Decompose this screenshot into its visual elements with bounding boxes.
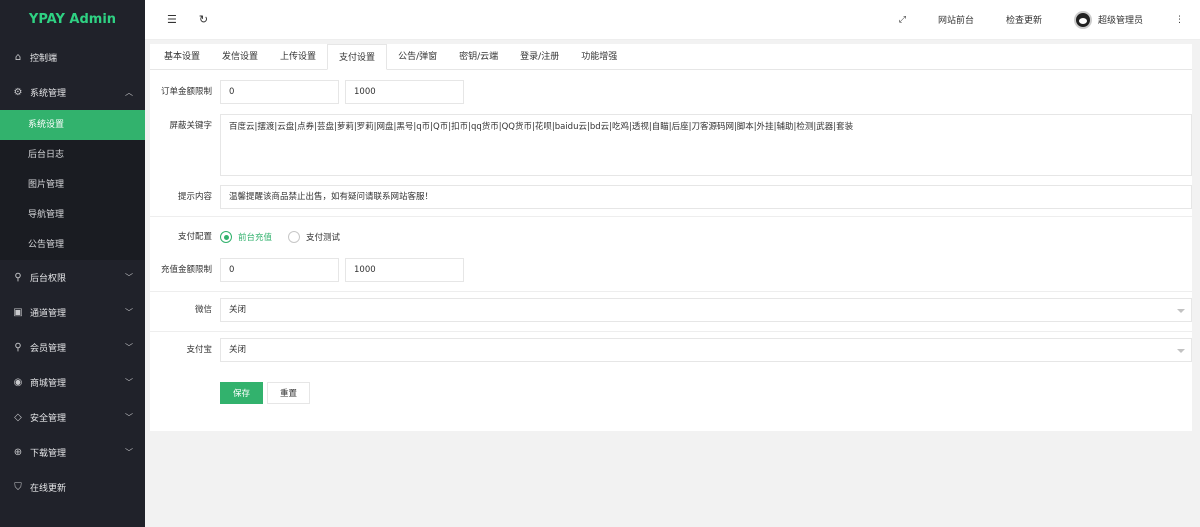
chevron-down-icon: ﹀	[125, 343, 133, 352]
chevron-down-icon: ﹀	[125, 448, 133, 457]
gear-icon: ⚙	[13, 87, 23, 98]
sidebar-item-members[interactable]: ⚲ 会员管理 ﹀	[0, 330, 145, 365]
sidebar-submenu-system: 系统设置 后台日志 图片管理 导航管理 公告管理	[0, 110, 145, 260]
tip-row: 提示内容 温馨提醒该商品禁止出售，如有疑问请联系网站客服！	[150, 185, 1192, 209]
tip-input[interactable]: 温馨提醒该商品禁止出售，如有疑问请联系网站客服！	[220, 185, 1192, 209]
shop-icon: ◉	[13, 377, 23, 388]
refresh-icon[interactable]: ↻	[199, 13, 208, 26]
user-name: 超级管理员	[1097, 16, 1143, 26]
chevron-down-icon: ﹀	[125, 308, 133, 317]
tab-mail[interactable]: 发信设置	[211, 44, 269, 69]
user-menu[interactable]: 超级管理员	[1058, 0, 1159, 40]
channel-icon: ▣	[13, 307, 23, 318]
order-limit-min-input[interactable]: 0	[220, 80, 339, 104]
tip-label: 提示内容	[177, 192, 212, 202]
top-header: ☰ ↻ ⤢ 网站前台 检查更新 超级管理员 ⋮	[145, 0, 1200, 40]
wechat-select[interactable]: 关闭	[220, 298, 1192, 322]
action-row: 保存 重置	[150, 382, 1192, 404]
recharge-limit-min-input[interactable]: 0	[220, 258, 339, 282]
tab-features[interactable]: 功能增强	[570, 44, 628, 69]
alipay-select[interactable]: 关闭	[220, 338, 1192, 362]
sidebar-subitem-system-settings[interactable]: 系统设置	[0, 110, 145, 140]
menu-collapse-icon[interactable]: ☰	[167, 13, 177, 26]
order-limit-row: 订单金额限制 0 1000	[150, 80, 1192, 104]
tab-login[interactable]: 登录/注册	[509, 44, 570, 69]
section-divider	[150, 331, 1192, 332]
tab-keys[interactable]: 密钥/云端	[448, 44, 509, 69]
tab-basic[interactable]: 基本设置	[153, 44, 211, 69]
wechat-label: 微信	[194, 305, 212, 315]
site-front-link[interactable]: 网站前台	[922, 0, 990, 40]
sidebar-item-permissions[interactable]: ⚲ 后台权限 ﹀	[0, 260, 145, 295]
sidebar-subitem-nav[interactable]: 导航管理	[0, 200, 145, 230]
section-divider	[150, 216, 1192, 217]
more-icon[interactable]: ⋮	[1159, 0, 1200, 40]
sidebar-subitem-images[interactable]: 图片管理	[0, 170, 145, 200]
recharge-limit-row: 充值金额限制 0 1000	[150, 258, 1192, 282]
chevron-down-icon: ﹀	[125, 273, 133, 282]
alipay-row: 支付宝 关闭	[150, 338, 1192, 362]
radio-checked-icon	[220, 231, 232, 243]
tab-payment[interactable]: 支付设置	[327, 44, 388, 70]
radio-front-recharge[interactable]: 前台充值	[220, 231, 272, 243]
chevron-up-icon: ︿	[125, 88, 133, 97]
tab-upload[interactable]: 上传设置	[269, 44, 327, 69]
keywords-textarea[interactable]: 百度云|摆渡|云盘|点券|芸盘|萝莉|罗莉|网盘|黑号|q币|Q币|扣币|qq货…	[220, 114, 1192, 176]
user-icon: ⚲	[14, 272, 22, 283]
wechat-row: 微信 关闭	[150, 298, 1192, 322]
sidebar-item-system[interactable]: ⚙ 系统管理 ︿	[0, 75, 145, 110]
tab-notice[interactable]: 公告/弹窗	[387, 44, 448, 69]
alipay-label: 支付宝	[186, 345, 212, 355]
download-icon: ⊕	[13, 447, 23, 458]
check-update-link[interactable]: 检查更新	[990, 0, 1058, 40]
sidebar-item-downloads[interactable]: ⊕ 下载管理 ﹀	[0, 435, 145, 470]
dropdown-arrow-icon	[1177, 309, 1185, 313]
reset-button[interactable]: 重置	[267, 382, 311, 404]
sidebar-item-console[interactable]: ⌂ 控制端	[0, 40, 145, 75]
settings-tabs: 基本设置 发信设置 上传设置 支付设置 公告/弹窗 密钥/云端 登录/注册 功能…	[150, 44, 1192, 70]
chevron-down-icon: ﹀	[125, 413, 133, 422]
save-button[interactable]: 保存	[220, 382, 264, 404]
sidebar-item-channels[interactable]: ▣ 通道管理 ﹀	[0, 295, 145, 330]
keywords-label: 屏蔽关键字	[169, 121, 212, 131]
diamond-icon: ◇	[14, 412, 22, 423]
settings-panel: 基本设置 发信设置 上传设置 支付设置 公告/弹窗 密钥/云端 登录/注册 功能…	[150, 44, 1192, 431]
sidebar: YPAY Admin ⌂ 控制端 ⚙ 系统管理 ︿ 系统设置 后台日志 图片管理…	[0, 0, 145, 527]
fullscreen-icon[interactable]: ⤢	[883, 0, 922, 40]
home-icon: ⌂	[14, 52, 22, 63]
sidebar-item-security[interactable]: ◇ 安全管理 ﹀	[0, 400, 145, 435]
radio-pay-test[interactable]: 支付测试	[288, 231, 340, 243]
recharge-limit-max-input[interactable]: 1000	[345, 258, 464, 282]
sidebar-item-shop[interactable]: ◉ 商城管理 ﹀	[0, 365, 145, 400]
sidebar-item-online-update[interactable]: ⛉ 在线更新	[0, 470, 145, 505]
dropdown-arrow-icon	[1177, 349, 1185, 353]
pay-config-row: 支付配置 前台充值 支付测试	[150, 226, 1192, 248]
section-divider	[150, 291, 1192, 292]
recharge-limit-label: 充值金额限制	[160, 265, 212, 275]
brand-logo: YPAY Admin	[0, 0, 145, 40]
order-limit-label: 订单金额限制	[160, 87, 212, 97]
order-limit-max-input[interactable]: 1000	[345, 80, 464, 104]
shield-icon: ⛉	[14, 482, 22, 493]
radio-unchecked-icon	[288, 231, 301, 243]
keywords-row: 屏蔽关键字 百度云|摆渡|云盘|点券|芸盘|萝莉|罗莉|网盘|黑号|q币|Q币|…	[150, 114, 1192, 176]
sidebar-subitem-logs[interactable]: 后台日志	[0, 140, 145, 170]
chevron-down-icon: ﹀	[125, 378, 133, 387]
sidebar-subitem-notice[interactable]: 公告管理	[0, 230, 145, 260]
pay-config-label: 支付配置	[177, 232, 212, 242]
user-icon: ⚲	[14, 342, 22, 353]
avatar	[1073, 10, 1092, 29]
